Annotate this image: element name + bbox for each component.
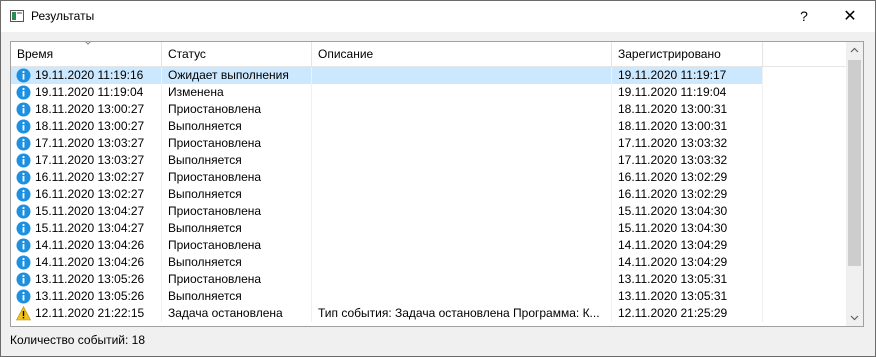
table-row[interactable]: 15.11.2020 13:04:27 Приостановлена 15.11.2… [11,203,763,220]
cell-status: Выполняется [162,288,312,305]
cell-description [312,220,612,237]
cell-registered: 19.11.2020 11:19:04 [612,84,763,101]
cell-status: Выполняется [162,152,312,169]
cell-status: Приостановлена [162,203,312,220]
column-header-status[interactable]: Статус [162,42,312,66]
table-row[interactable]: 17.11.2020 13:03:27 Приостановлена 17.11.2… [11,135,763,152]
cell-registered: 15.11.2020 13:04:30 [612,203,763,220]
cell-time: 14.11.2020 13:04:26 [11,254,162,271]
cell-time: 19.11.2020 11:19:16 [11,67,162,84]
cell-status: Приостановлена [162,169,312,186]
cell-status: Выполняется [162,186,312,203]
cell-status: Приостановлена [162,237,312,254]
cell-description: Тип события: Задача остановлена Программ… [312,305,612,322]
cell-time: 14.11.2020 13:04:26 [11,237,162,254]
window-title: Результаты [31,9,95,23]
scroll-up-icon[interactable] [846,42,863,59]
cell-status: Изменена [162,84,312,101]
cell-description [312,84,612,101]
cell-description [312,237,612,254]
table-row[interactable]: 16.11.2020 13:02:27 Приостановлена 16.11.2… [11,169,763,186]
cell-description [312,271,612,288]
cell-time: 15.11.2020 13:04:27 [11,220,162,237]
column-header-time[interactable]: Время [11,42,162,66]
cell-registered: 19.11.2020 11:19:17 [612,67,763,84]
column-header-description[interactable]: Описание [312,42,612,66]
status-bar: Количество событий: 18 [1,330,875,356]
table-row[interactable]: 16.11.2020 13:02:27 Выполняется 16.11.2020… [11,186,763,203]
cell-registered: 12.11.2020 21:25:29 [612,305,763,322]
cell-registered: 14.11.2020 13:04:29 [612,237,763,254]
table-row[interactable]: 13.11.2020 13:05:26 Приостановлена 13.11.2… [11,271,763,288]
cell-status: Приостановлена [162,101,312,118]
title-bar[interactable]: Результаты ? ✕ [1,1,875,32]
column-header-label: Зарегистрировано [618,47,721,61]
events-table[interactable]: Время Статус Описание Зарегистрировано 1… [10,41,864,327]
cell-time: 16.11.2020 13:02:27 [11,169,162,186]
table-row[interactable]: 13.11.2020 13:05:26 Выполняется 13.11.2020… [11,288,763,305]
app-icon [10,10,24,22]
column-header-label: Описание [318,47,374,61]
cell-status: Ожидает выполнения [162,67,312,84]
cell-description [312,186,612,203]
sort-descending-icon [85,42,91,45]
cell-description [312,67,612,84]
cell-time: 19.11.2020 11:19:04 [11,84,162,101]
cell-status: Приостановлена [162,271,312,288]
cell-time: 18.11.2020 13:00:27 [11,101,162,118]
table-row[interactable]: 17.11.2020 13:03:27 Выполняется 17.11.2020… [11,152,763,169]
cell-registered: 17.11.2020 13:03:32 [612,135,763,152]
cell-description [312,288,612,305]
table-body: 19.11.2020 11:19:16 Ожидает выполнения 19.… [11,67,846,322]
cell-time: 17.11.2020 13:03:27 [11,135,162,152]
cell-status: Приостановлена [162,135,312,152]
cell-registered: 17.11.2020 13:03:32 [612,152,763,169]
cell-time: 18.11.2020 13:00:27 [11,118,162,135]
cell-description [312,152,612,169]
table-row[interactable]: 18.11.2020 13:00:27 Выполняется 18.11.2020… [11,118,763,135]
cell-registered: 15.11.2020 13:04:30 [612,220,763,237]
cell-registered: 18.11.2020 13:00:31 [612,101,763,118]
cell-description [312,118,612,135]
table-header: Время Статус Описание Зарегистрировано [11,42,846,67]
cell-registered: 13.11.2020 13:05:31 [612,288,763,305]
cell-registered: 14.11.2020 13:04:29 [612,254,763,271]
vertical-scrollbar[interactable] [846,42,863,326]
cell-description [312,203,612,220]
results-window: Результаты ? ✕ Время Статус Описание Зар… [0,0,876,357]
scroll-down-icon[interactable] [846,309,863,326]
table-row[interactable]: 14.11.2020 13:04:26 Выполняется 14.11.2020… [11,254,763,271]
table-row[interactable]: 12.11.2020 21:22:15 Задача остановлена Тип… [11,305,763,322]
column-header-label: Статус [168,47,206,61]
close-button[interactable]: ✕ [827,1,873,32]
cell-status: Задача остановлена [162,305,312,322]
cell-status: Выполняется [162,220,312,237]
cell-time: 13.11.2020 13:05:26 [11,288,162,305]
cell-time: 16.11.2020 13:02:27 [11,186,162,203]
cell-description [312,169,612,186]
scrollbar-thumb[interactable] [848,60,861,266]
table-row[interactable]: 18.11.2020 13:00:27 Приостановлена 18.11.2… [11,101,763,118]
cell-description [312,101,612,118]
cell-time: 12.11.2020 21:22:15 [11,305,162,322]
cell-status: Выполняется [162,254,312,271]
column-header-label: Время [17,47,54,61]
table-row[interactable]: 14.11.2020 13:04:26 Приостановлена 14.11.2… [11,237,763,254]
cell-time: 17.11.2020 13:03:27 [11,152,162,169]
cell-time: 15.11.2020 13:04:27 [11,203,162,220]
cell-status: Выполняется [162,118,312,135]
cell-registered: 16.11.2020 13:02:29 [612,169,763,186]
cell-registered: 18.11.2020 13:00:31 [612,118,763,135]
help-button[interactable]: ? [781,1,827,32]
cell-registered: 16.11.2020 13:02:29 [612,186,763,203]
cell-time: 13.11.2020 13:05:26 [11,271,162,288]
table-row[interactable]: 15.11.2020 13:04:27 Выполняется 15.11.2020… [11,220,763,237]
table-row[interactable]: 19.11.2020 11:19:04 Изменена 19.11.2020 11… [11,84,763,101]
table-row[interactable]: 19.11.2020 11:19:16 Ожидает выполнения 19.… [11,67,763,84]
cell-description [312,135,612,152]
cell-description [312,254,612,271]
event-count-text: Количество событий: 18 [10,333,145,347]
column-header-registered[interactable]: Зарегистрировано [612,42,763,66]
cell-registered: 13.11.2020 13:05:31 [612,271,763,288]
